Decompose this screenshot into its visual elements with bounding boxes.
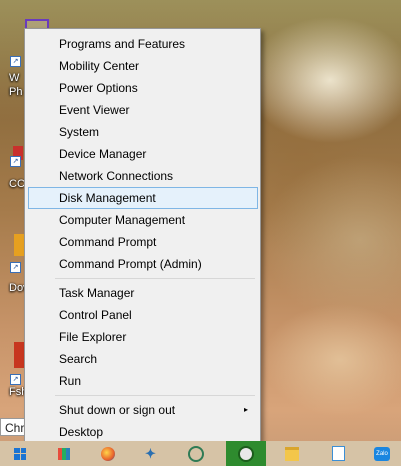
menu-item-search[interactable]: Search: [28, 348, 258, 370]
menu-item-file-explorer[interactable]: File Explorer: [28, 326, 258, 348]
desktop-icon-2-label: CC: [9, 178, 25, 190]
windows-logo-icon: [14, 447, 26, 460]
menu-item-mobility-center[interactable]: Mobility Center: [28, 55, 258, 77]
menu-item-task-manager[interactable]: Task Manager: [28, 282, 258, 304]
menu-item-event-viewer[interactable]: Event Viewer: [28, 99, 258, 121]
menu-item-run[interactable]: Run: [28, 370, 258, 392]
shortcut-arrow-icon: ↗: [10, 156, 21, 167]
menu-item-label: Shut down or sign out: [59, 403, 176, 417]
apps-grid-icon: [58, 447, 70, 460]
menu-item-power-options[interactable]: Power Options: [28, 77, 258, 99]
orange-app-icon: [14, 234, 24, 256]
shortcut-arrow-icon: ↗: [10, 262, 21, 273]
taskbar-apps[interactable]: [44, 441, 84, 466]
menu-item-device-manager[interactable]: Device Manager: [28, 143, 258, 165]
shortcut-arrow-icon: ↗: [10, 374, 21, 385]
menu-item-computer-management[interactable]: Computer Management: [28, 209, 258, 231]
submenu-arrow-icon: ▸: [243, 405, 248, 414]
menu-item-desktop[interactable]: Desktop: [28, 421, 258, 443]
quick-link-menu: Programs and Features Mobility Center Po…: [24, 28, 261, 442]
taskbar: ✦ Zalo: [0, 441, 401, 466]
desktop-icon-1-label: W: [9, 72, 20, 84]
menu-item-system[interactable]: System: [28, 121, 258, 143]
shortcut-arrow-icon: ↗: [10, 56, 21, 67]
zalo-icon: Zalo: [374, 446, 390, 461]
taskbar-notepad[interactable]: [318, 441, 358, 466]
headset-icon: [188, 445, 204, 462]
greenshot-icon: [238, 445, 254, 462]
menu-item-command-prompt-admin[interactable]: Command Prompt (Admin): [28, 253, 258, 275]
taskbar-firefox[interactable]: [88, 441, 128, 466]
taskbar-greenshot[interactable]: [226, 441, 266, 466]
menu-item-disk-management[interactable]: Disk Management: [28, 187, 258, 209]
notepad-icon: [331, 446, 345, 461]
taskbar-zalo[interactable]: Zalo: [362, 441, 401, 466]
taskbar-headset[interactable]: [176, 441, 216, 466]
taskbar-file-explorer[interactable]: [272, 441, 312, 466]
menu-separator: [55, 278, 255, 279]
menu-separator: [55, 395, 255, 396]
start-button[interactable]: [0, 441, 40, 466]
firefox-icon: [101, 446, 115, 461]
menu-item-control-panel[interactable]: Control Panel: [28, 304, 258, 326]
menu-item-network-connections[interactable]: Network Connections: [28, 165, 258, 187]
taskbar-fontforge[interactable]: ✦: [132, 441, 172, 466]
flash-app-icon: [14, 342, 24, 368]
menu-item-shut-down-or-sign-out[interactable]: Shut down or sign out ▸: [28, 399, 258, 421]
desktop-icon-1-label-line2: Ph: [9, 86, 23, 98]
folder-icon: [285, 446, 299, 461]
menu-item-command-prompt[interactable]: Command Prompt: [28, 231, 258, 253]
menu-item-programs-and-features[interactable]: Programs and Features: [28, 33, 258, 55]
fontforge-icon: ✦: [145, 445, 156, 461]
